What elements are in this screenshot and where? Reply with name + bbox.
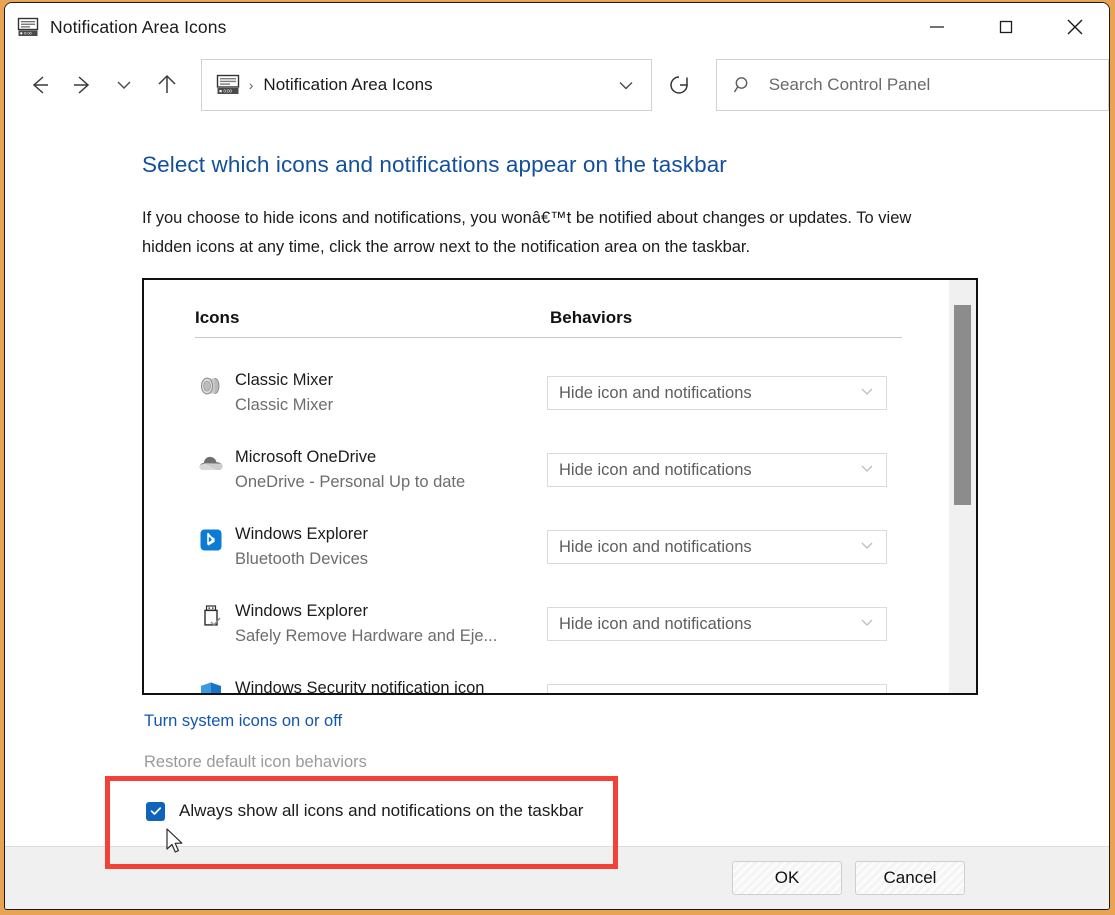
row-title: Windows Security notification icon <box>235 676 547 693</box>
column-header-icons: Icons <box>195 308 550 328</box>
table-row[interactable]: Windows Security notification icon Show … <box>195 665 902 693</box>
up-icon[interactable] <box>146 63 188 107</box>
chevron-down-icon <box>860 692 874 694</box>
chevron-down-icon <box>860 461 874 480</box>
search-icon <box>733 75 753 95</box>
control-panel-window: 0:00 Notification Area Icons <box>4 2 1110 910</box>
row-title: Windows Explorer <box>235 599 547 623</box>
row-title: Microsoft OneDrive <box>235 445 547 469</box>
bluetooth-icon <box>195 524 227 556</box>
recent-locations-chevron-down-icon[interactable] <box>103 63 145 107</box>
svg-text:0:00: 0:00 <box>24 31 33 36</box>
table-row[interactable]: Windows Explorer Safely Remove Hardware … <box>195 588 902 665</box>
breadcrumb-separator: › <box>249 77 254 93</box>
row-text-group: Windows Security notification icon <box>235 676 547 693</box>
table-row[interactable]: Microsoft OneDrive OneDrive - Personal U… <box>195 434 902 511</box>
onedrive-cloud-icon <box>195 447 227 479</box>
behavior-value: Hide icon and notifications <box>559 615 752 634</box>
content-area: Select which icons and notifications app… <box>5 119 1109 847</box>
always-show-checkbox-label: Always show all icons and notifications … <box>179 801 583 821</box>
behavior-dropdown[interactable]: Hide icon and notifications <box>547 530 887 564</box>
desktop-background: 0:00 Notification Area Icons <box>0 0 1115 915</box>
windows-security-shield-icon <box>195 678 227 693</box>
row-text-group: Classic Mixer Classic Mixer <box>235 368 547 418</box>
row-title: Classic Mixer <box>235 368 547 392</box>
ok-button[interactable]: OK <box>732 861 842 895</box>
restore-defaults-link: Restore default icon behaviors <box>144 753 367 772</box>
behavior-dropdown[interactable]: Hide icon and notifications <box>547 607 887 641</box>
back-icon[interactable] <box>19 63 61 107</box>
icons-list: Icons Behaviors <box>144 280 948 693</box>
page-title: Select which icons and notifications app… <box>142 152 727 178</box>
caption-buttons <box>902 3 1109 51</box>
row-subtitle: OneDrive - Personal Up to date <box>235 469 547 495</box>
always-show-checkbox[interactable] <box>146 802 165 821</box>
row-title: Windows Explorer <box>235 522 547 546</box>
row-subtitle: Bluetooth Devices <box>235 546 547 572</box>
behavior-value: Hide icon and notifications <box>559 461 752 480</box>
column-header-behaviors: Behaviors <box>550 308 632 328</box>
notification-area-icon: 0:00 <box>17 16 39 38</box>
scrollbar-thumb[interactable] <box>954 305 971 505</box>
navigation-toolbar: 0:00 › Notification Area Icons <box>5 51 1109 119</box>
notification-area-icon: 0:00 <box>216 74 240 96</box>
refresh-icon[interactable] <box>658 63 700 107</box>
table-row[interactable]: Windows Explorer Bluetooth Devices Hide … <box>195 511 902 588</box>
search-input[interactable]: Search Control Panel <box>769 75 931 95</box>
usb-eject-icon <box>195 601 227 633</box>
behavior-value: Show icon and notificati... <box>559 692 746 694</box>
page-description: If you choose to hide icons and notifica… <box>142 204 954 262</box>
minimize-button[interactable] <box>902 3 971 51</box>
speaker-mixer-icon <box>195 370 227 402</box>
address-bar[interactable]: 0:00 › Notification Area Icons <box>201 59 652 111</box>
table-row[interactable]: Classic Mixer Classic Mixer Hide icon an… <box>195 357 902 434</box>
search-box[interactable]: Search Control Panel <box>716 59 1109 111</box>
address-chevron-down-icon[interactable] <box>607 66 645 104</box>
behavior-dropdown[interactable]: Hide icon and notifications <box>547 376 887 410</box>
row-text-group: Windows Explorer Safely Remove Hardware … <box>235 599 547 649</box>
row-subtitle: Classic Mixer <box>235 392 547 418</box>
chevron-down-icon <box>860 384 874 403</box>
breadcrumb[interactable]: Notification Area Icons <box>263 75 432 95</box>
turn-system-icons-link[interactable]: Turn system icons on or off <box>144 712 342 731</box>
list-scrollbar[interactable] <box>949 280 976 693</box>
list-column-headers: Icons Behaviors <box>195 308 902 338</box>
cancel-button[interactable]: Cancel <box>855 861 965 895</box>
forward-icon[interactable] <box>61 63 103 107</box>
close-button[interactable] <box>1040 3 1109 51</box>
row-text-group: Windows Explorer Bluetooth Devices <box>235 522 547 572</box>
row-text-group: Microsoft OneDrive OneDrive - Personal U… <box>235 445 547 495</box>
behavior-dropdown[interactable]: Hide icon and notifications <box>547 453 887 487</box>
window-title: Notification Area Icons <box>50 17 226 38</box>
svg-text:0:00: 0:00 <box>223 89 232 94</box>
behavior-dropdown[interactable]: Show icon and notificati... <box>547 684 887 693</box>
title-bar: 0:00 Notification Area Icons <box>5 3 1109 51</box>
always-show-checkbox-row[interactable]: Always show all icons and notifications … <box>146 801 583 821</box>
chevron-down-icon <box>860 538 874 557</box>
chevron-down-icon <box>860 615 874 634</box>
row-subtitle: Safely Remove Hardware and Eje... <box>235 623 547 649</box>
icons-listbox: Icons Behaviors <box>142 278 978 695</box>
behavior-value: Hide icon and notifications <box>559 384 752 403</box>
mouse-cursor <box>166 828 186 861</box>
maximize-button[interactable] <box>971 3 1040 51</box>
behavior-value: Hide icon and notifications <box>559 538 752 557</box>
